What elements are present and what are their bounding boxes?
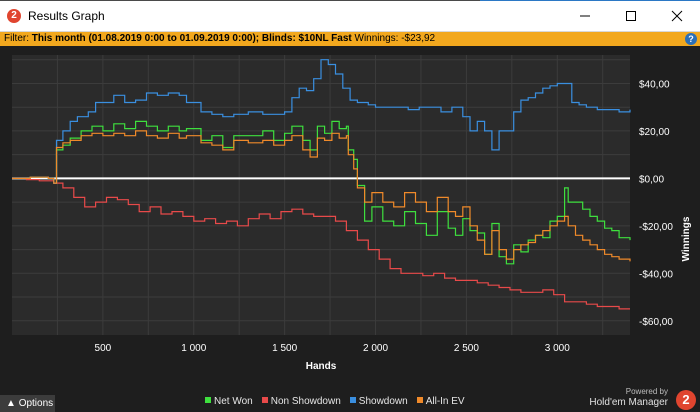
filter-text: Filter: This month (01.08.2019 0:00 to 0…	[4, 32, 435, 46]
legend-label: Non Showdown	[270, 396, 341, 407]
x-tick-label: 3 000	[545, 343, 570, 354]
legend-swatch	[349, 397, 356, 404]
minimize-button[interactable]	[562, 0, 608, 31]
close-button[interactable]	[654, 0, 700, 31]
hem-logo-icon: 2	[676, 390, 696, 410]
y-tick-label: $0,00	[639, 174, 664, 185]
winnings-value: -$23,92	[401, 33, 436, 44]
legend-item-non-showdown[interactable]: Non Showdown	[261, 396, 341, 407]
y-axis-label: Winnings	[681, 216, 692, 261]
maximize-icon	[626, 11, 636, 21]
x-axis-label: Hands	[306, 361, 337, 372]
options-button[interactable]: ▲ Options	[0, 395, 55, 412]
window-title: Results Graph	[28, 9, 105, 23]
legend-swatch	[261, 397, 268, 404]
x-tick-label: 1 000	[181, 343, 206, 354]
results-chart: 500 1 000 1 500 2 000 2 500 3 000 $40,00 $20,0…	[0, 46, 700, 388]
maximize-button[interactable]	[608, 0, 654, 31]
legend-item-all-in-ev[interactable]: All-In EV	[416, 396, 465, 407]
legend-label: Showdown	[358, 396, 408, 407]
x-tick-label: 500	[95, 343, 112, 354]
x-tick-label: 2 000	[363, 343, 388, 354]
filter-period: This month (01.08.2019 0:00 to 01.09.201…	[31, 33, 352, 44]
x-tick-label: 1 500	[272, 343, 297, 354]
help-icon[interactable]: ?	[685, 33, 697, 45]
y-tick-label: $20,00	[639, 127, 670, 138]
powered-by-brand: Powered by Hold'em Manager 2	[588, 387, 698, 412]
y-tick-label: -$20,00	[639, 222, 673, 233]
window-titlebar: 2 Results Graph	[0, 0, 700, 32]
legend-label: All-In EV	[425, 396, 465, 407]
minimize-icon	[580, 15, 590, 17]
powered-by-text: Powered by	[625, 387, 668, 396]
y-tick-label: -$40,00	[639, 269, 673, 280]
legend-label: Net Won	[214, 396, 253, 407]
y-tick-label: -$60,00	[639, 317, 673, 328]
close-icon	[671, 10, 683, 22]
options-label: Options	[18, 398, 54, 409]
x-tick-label: 2 500	[454, 343, 479, 354]
filter-prefix: Filter:	[4, 33, 29, 44]
brand-name: Hold'em Manager	[589, 397, 668, 408]
app-logo-icon: 2	[7, 9, 21, 23]
plot-area	[12, 55, 630, 335]
bottom-bar: ▲ Options Net Won Non Showdown Showdown All…	[0, 387, 700, 412]
legend-swatch	[205, 397, 211, 404]
y-tick-label: $40,00	[639, 79, 670, 90]
filter-bar: Filter: This month (01.08.2019 0:00 to 0…	[0, 32, 700, 46]
legend-item-showdown[interactable]: Showdown	[349, 396, 408, 407]
legend-item-net-won[interactable]: Net Won	[205, 396, 253, 407]
winnings-label: Winnings:	[354, 33, 399, 44]
chart-legend: Net Won Non Showdown Showdown All-In EV	[205, 396, 474, 410]
legend-swatch	[416, 397, 423, 404]
